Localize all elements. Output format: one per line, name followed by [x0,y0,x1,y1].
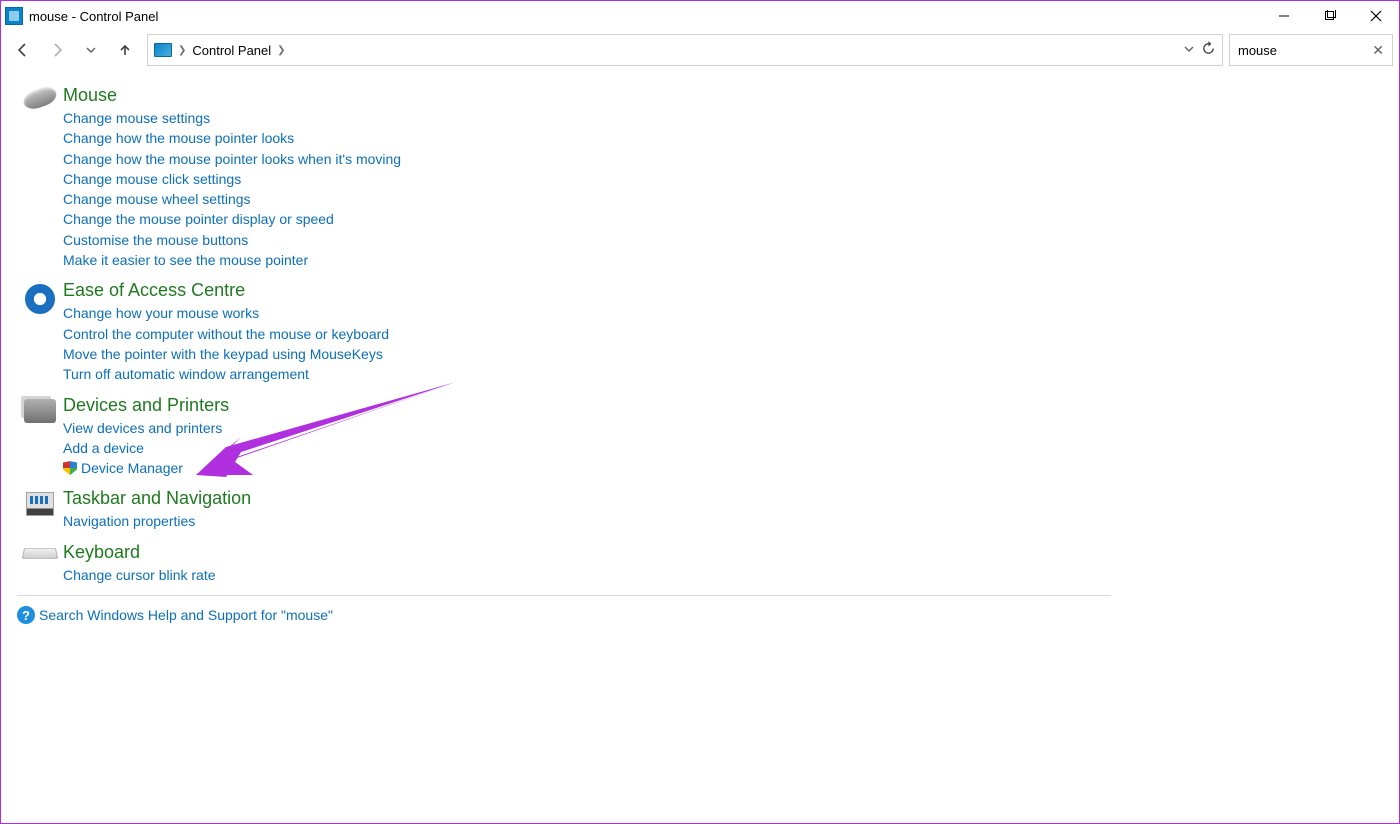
result-link[interactable]: Change mouse click settings [63,169,1383,189]
up-button[interactable] [109,34,141,66]
ease-icon [17,280,63,314]
result-link[interactable]: Change how your mouse works [63,303,1383,323]
minimize-button[interactable] [1261,1,1307,31]
control-panel-icon [5,7,23,25]
search-input[interactable] [1238,43,1358,58]
category-title[interactable]: Taskbar and Navigation [63,488,1383,509]
window-title: mouse - Control Panel [29,9,158,24]
recent-locations-button[interactable] [75,34,107,66]
result-link[interactable]: Navigation properties [63,511,1383,531]
maximize-button[interactable] [1307,1,1353,31]
help-row: ?Search Windows Help and Support for "mo… [17,606,1383,624]
separator [17,595,1111,596]
result-link[interactable]: Change how the mouse pointer looks [63,128,1383,148]
category-title[interactable]: Ease of Access Centre [63,280,1383,301]
category-ease: Ease of Access CentreChange how your mou… [17,280,1383,384]
mouse-icon [17,85,63,107]
result-link[interactable]: Change the mouse pointer display or spee… [63,209,1383,229]
result-link[interactable]: Change mouse settings [63,108,1383,128]
address-history-button[interactable] [1183,43,1195,58]
chevron-right-icon[interactable]: ❯ [178,45,186,56]
close-button[interactable] [1353,1,1399,31]
search-results: MouseChange mouse settingsChange how the… [1,69,1399,624]
result-link[interactable]: Move the pointer with the keypad using M… [63,344,1383,364]
result-link[interactable]: Control the computer without the mouse o… [63,324,1383,344]
clear-search-button[interactable]: ✕ [1372,42,1384,59]
breadcrumb-control-panel[interactable]: Control Panel [192,43,271,58]
keyboard-icon [17,542,63,560]
category-mouse: MouseChange mouse settingsChange how the… [17,85,1383,270]
navigation-bar: ❯ Control Panel ❯ ✕ [1,31,1399,69]
category-keyboard: KeyboardChange cursor blink rate [17,542,1383,585]
result-link[interactable]: Change mouse wheel settings [63,189,1383,209]
refresh-button[interactable] [1201,41,1216,59]
result-link[interactable]: Change how the mouse pointer looks when … [63,149,1383,169]
category-title[interactable]: Keyboard [63,542,1383,563]
forward-button[interactable] [41,34,73,66]
help-link[interactable]: Search Windows Help and Support for "mou… [39,607,333,623]
chevron-right-icon[interactable]: ❯ [277,45,285,56]
result-link[interactable]: Change cursor blink rate [63,565,1383,585]
window-controls [1261,1,1399,31]
help-icon: ? [17,606,35,624]
taskbar-icon [17,488,63,516]
result-link[interactable]: Device Manager [63,458,1383,478]
result-link[interactable]: Customise the mouse buttons [63,230,1383,250]
control-panel-icon [154,43,172,57]
category-printer: Devices and PrintersView devices and pri… [17,395,1383,479]
category-title[interactable]: Mouse [63,85,1383,106]
result-link[interactable]: View devices and printers [63,418,1383,438]
printer-icon [17,395,63,423]
search-box[interactable]: ✕ [1229,34,1393,66]
result-link[interactable]: Add a device [63,438,1383,458]
address-bar[interactable]: ❯ Control Panel ❯ [147,34,1223,66]
back-button[interactable] [7,34,39,66]
category-title[interactable]: Devices and Printers [63,395,1383,416]
titlebar: mouse - Control Panel [1,1,1399,31]
result-link[interactable]: Turn off automatic window arrangement [63,364,1383,384]
result-link[interactable]: Make it easier to see the mouse pointer [63,250,1383,270]
category-taskbar: Taskbar and NavigationNavigation propert… [17,488,1383,531]
